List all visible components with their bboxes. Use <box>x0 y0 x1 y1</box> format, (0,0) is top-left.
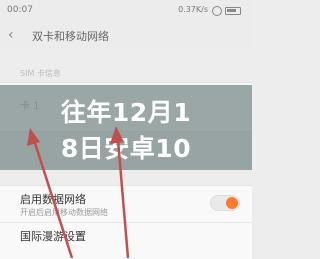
data-network-toggle[interactable] <box>210 195 240 211</box>
setting-row-roaming[interactable]: 国际漫游设置 <box>0 223 252 259</box>
status-time: 00:07 <box>7 5 33 15</box>
status-icons <box>212 5 246 17</box>
banner-line-2: 8日安卓10 <box>60 134 192 163</box>
banner-line-1: 往年12月1 <box>60 98 192 127</box>
setting-row-data-network[interactable]: 启用数据网络 开启后启用移动数据网络 <box>0 186 252 223</box>
toggle-knob <box>226 197 238 209</box>
setting-title: 国际漫游设置 <box>20 230 86 243</box>
setting-title: 启用数据网络 <box>20 193 86 206</box>
title-bar: ‹ 双卡和移动网络 <box>0 22 252 48</box>
watermark-banner: 往年12月1 8日安卓10 <box>0 85 252 170</box>
section-label: SIM 卡信息 <box>20 69 61 78</box>
status-bar: 00:07 0.37K/s <box>0 0 252 22</box>
page-title: 双卡和移动网络 <box>32 30 109 43</box>
battery-icon <box>225 7 241 15</box>
setting-subtitle: 开启后启用移动数据网络 <box>20 208 108 217</box>
settings-list: 启用数据网络 开启后启用移动数据网络 国际漫游设置 <box>0 185 252 259</box>
back-arrow-icon[interactable]: ‹ <box>8 27 24 43</box>
alarm-icon <box>212 6 222 16</box>
network-speed: 0.37K/s <box>178 5 208 14</box>
